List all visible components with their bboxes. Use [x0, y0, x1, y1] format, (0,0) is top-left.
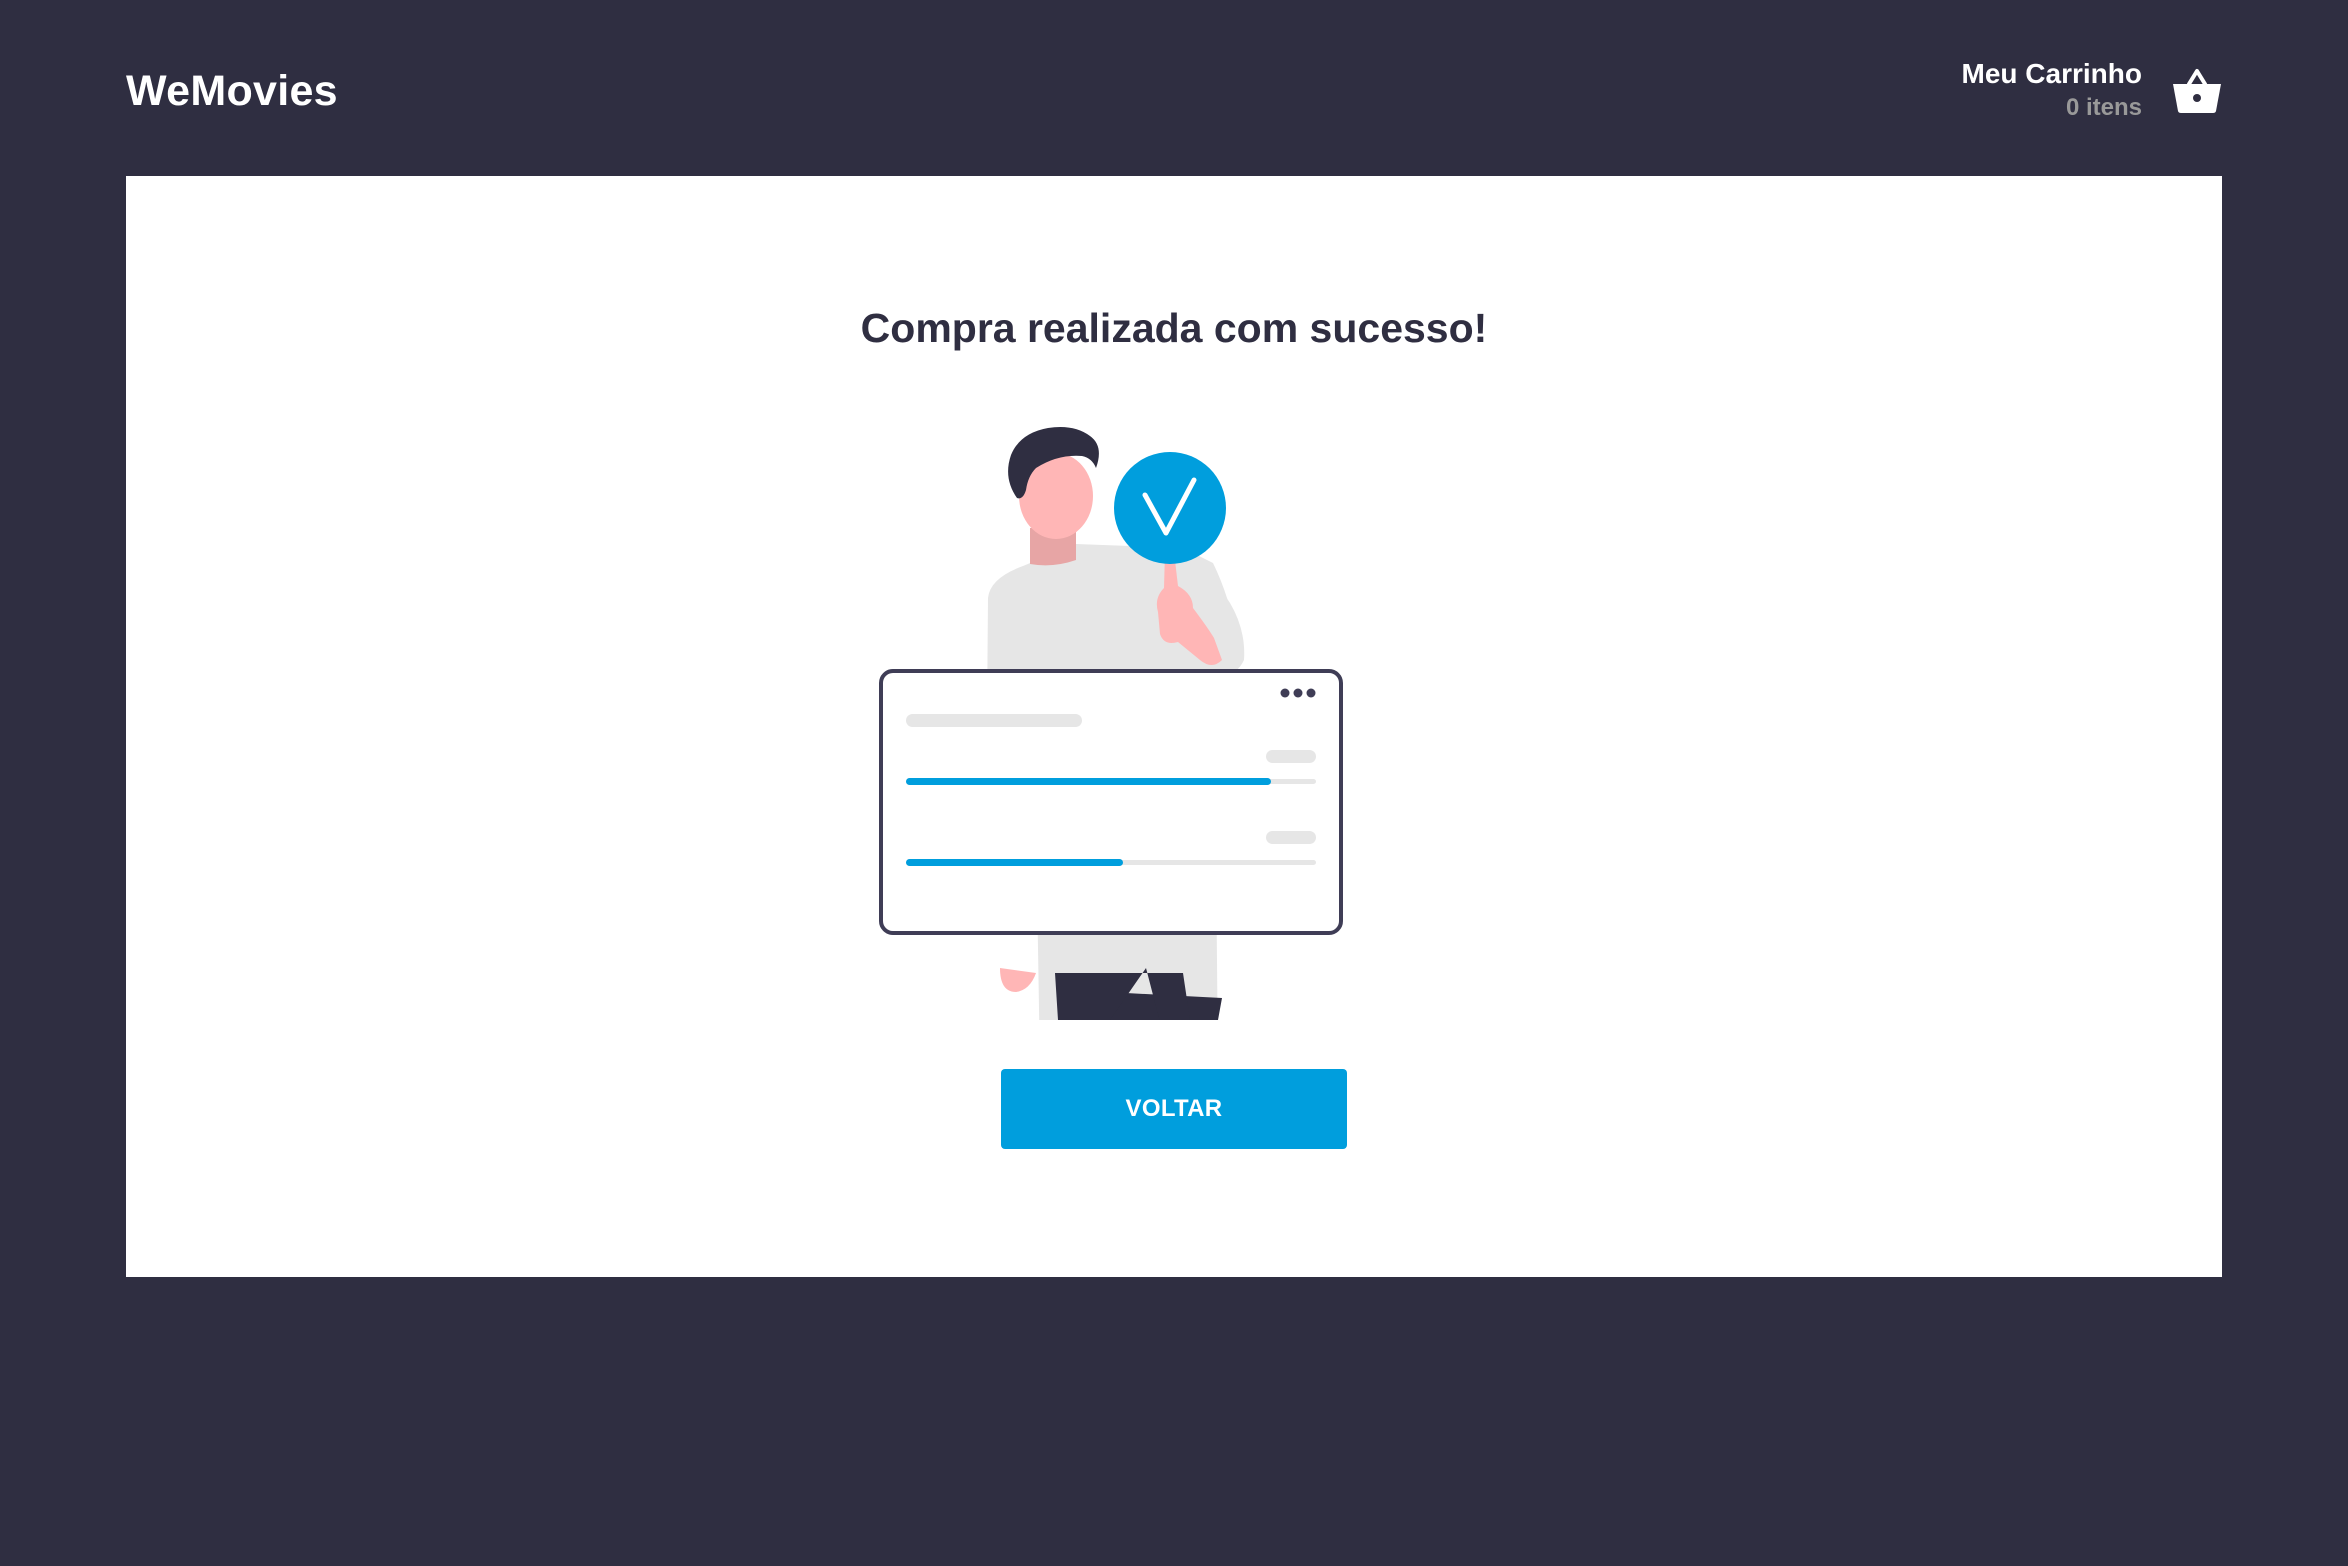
basket-icon[interactable] [2172, 68, 2222, 114]
cart-link[interactable]: Meu Carrinho 0 itens [1962, 56, 2222, 126]
page-title: Compra realizada com sucesso! [860, 305, 1488, 351]
progress-fill [906, 859, 1123, 866]
card-label-placeholder [1266, 750, 1316, 763]
menu-dot-icon [1280, 688, 1290, 698]
logo[interactable]: WeMovies [126, 66, 338, 116]
progress-fill [906, 778, 1271, 785]
cart-summary: Meu Carrinho 0 itens [1962, 57, 2142, 125]
back-button[interactable]: VOLTAR [1001, 1069, 1347, 1149]
cart-title: Meu Carrinho [1961, 58, 2142, 89]
cart-item-count: 0 itens [2065, 94, 2142, 121]
card-title-placeholder [906, 714, 1082, 727]
header: WeMovies Meu Carrinho 0 itens [126, 0, 2222, 176]
menu-dot-icon [1306, 688, 1316, 698]
menu-dot-icon [1293, 688, 1303, 698]
card-label-placeholder [1266, 831, 1316, 844]
progress-card-panel [879, 669, 1343, 935]
